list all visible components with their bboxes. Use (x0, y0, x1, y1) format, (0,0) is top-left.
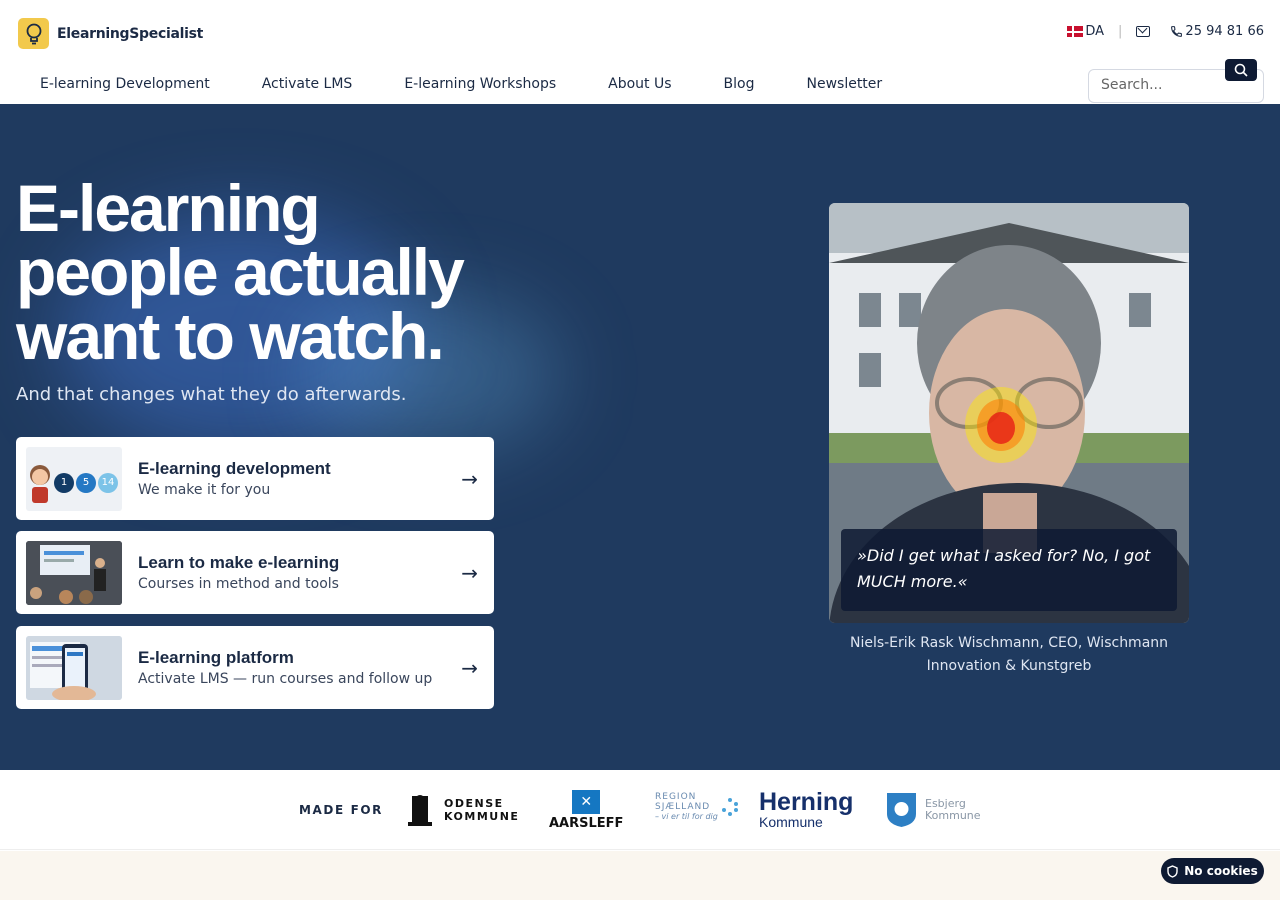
odense-kommune-logo: ODENSE KOMMUNE (406, 792, 519, 828)
hero-section: E-learning people actually want to watch… (0, 104, 1280, 770)
hero-subtitle: And that changes what they do afterwards… (16, 384, 407, 405)
card-title: E-learning development (138, 459, 331, 478)
testimonial-quote: »Did I get what I asked for? No, I got M… (841, 529, 1177, 611)
danish-flag-icon (1067, 26, 1084, 37)
step-badge: 5 (76, 472, 96, 493)
dots-icon (721, 798, 738, 816)
region-sjaelland-logo: REGION SJÆLLAND – vi er til for dig (655, 792, 740, 822)
card-title: E-learning platform (138, 648, 294, 667)
arrow-right-icon: → (461, 560, 478, 585)
divider: | (1118, 24, 1123, 39)
search-button[interactable] (1225, 59, 1257, 81)
aarsleff-mark-icon: ✕ (572, 790, 601, 814)
logo-text: SJÆLLAND (655, 802, 711, 812)
made-for-label: MADE FOR (299, 803, 384, 817)
no-cookies-button[interactable]: No cookies (1161, 858, 1264, 884)
client-logos-strip: MADE FOR ODENSE KOMMUNE ✕ AARSLEFF REGIO… (0, 770, 1280, 850)
language-switcher[interactable]: DA (1067, 24, 1104, 39)
lightbulb-icon (18, 18, 49, 49)
phone-link[interactable]: 25 94 81 66 (1170, 24, 1264, 39)
card-subtitle: We make it for you (138, 482, 271, 498)
brand-name: ElearningSpecialist (57, 25, 204, 42)
cookie-label: No cookies (1184, 864, 1258, 878)
nav-blog[interactable]: Blog (724, 76, 755, 92)
card-thumbnail (26, 540, 122, 605)
logo-text: Kommune (759, 814, 823, 830)
next-section-background (0, 851, 1280, 900)
search-icon (1234, 63, 1248, 77)
logo-text: KOMMUNE (444, 810, 520, 823)
card-learn-to-make[interactable]: Learn to make e-learning Courses in meth… (16, 531, 494, 614)
phone-number: 25 94 81 66 (1185, 24, 1264, 39)
esbjerg-crest-icon (887, 793, 916, 827)
testimonial-caption: Niels-Erik Rask Wischmann, CEO, Wischman… (849, 635, 1169, 674)
card-thumbnail (26, 635, 122, 700)
search-box (1088, 59, 1264, 103)
main-nav: E-learning Development Activate LMS E-le… (40, 76, 934, 92)
logo-text: AARSLEFF (549, 816, 624, 831)
esbjerg-kommune-logo: Esbjerg Kommune (886, 792, 981, 828)
nav-elearning-development[interactable]: E-learning Development (40, 76, 210, 92)
mail-icon[interactable] (1136, 26, 1151, 37)
top-utility-bar: DA | 25 94 81 66 (1067, 24, 1264, 39)
testimonial-photo: »Did I get what I asked for? No, I got M… (829, 203, 1189, 623)
nav-elearning-workshops[interactable]: E-learning Workshops (404, 76, 556, 92)
step-badge: 14 (98, 472, 118, 493)
hero-title-line: want to watch. (16, 299, 445, 373)
hero-title-line: E-learning (16, 171, 321, 245)
hero-title-line: people actually (16, 235, 465, 309)
arrow-right-icon: → (461, 466, 478, 491)
card-elearning-development[interactable]: 1 5 14 E-learning development We make it… (16, 437, 494, 520)
nav-newsletter[interactable]: Newsletter (806, 76, 882, 92)
shield-icon (1167, 864, 1178, 878)
herning-kommune-logo: Herning Kommune (759, 788, 854, 830)
logo-text: Herning (759, 788, 854, 816)
nav-activate-lms[interactable]: Activate LMS (262, 76, 353, 92)
card-elearning-platform[interactable]: E-learning platform Activate LMS — run c… (16, 626, 494, 709)
search-input[interactable] (1101, 70, 1231, 100)
card-subtitle: Activate LMS — run courses and follow up (138, 671, 433, 687)
card-title: Learn to make e-learning (138, 553, 340, 572)
logo-text: Kommune (925, 809, 981, 822)
aarsleff-logo: ✕ AARSLEFF (549, 790, 623, 831)
logo-text: – vi er til for dig (655, 812, 718, 821)
hero-title: E-learning people actually want to watch… (16, 175, 556, 369)
card-thumbnail: 1 5 14 (26, 446, 122, 511)
nav-about-us[interactable]: About Us (608, 76, 671, 92)
site-header: ElearningSpecialist DA | 25 94 81 66 E-l… (0, 0, 1280, 104)
brand-logo[interactable]: ElearningSpecialist (18, 18, 203, 49)
logo-text: REGION (655, 792, 697, 802)
language-label: DA (1085, 24, 1105, 39)
logo-text: ODENSE (444, 797, 504, 810)
card-subtitle: Courses in method and tools (138, 576, 339, 592)
arrow-right-icon: → (461, 655, 478, 680)
phone-icon (1171, 26, 1183, 37)
step-badge: 1 (54, 472, 74, 493)
